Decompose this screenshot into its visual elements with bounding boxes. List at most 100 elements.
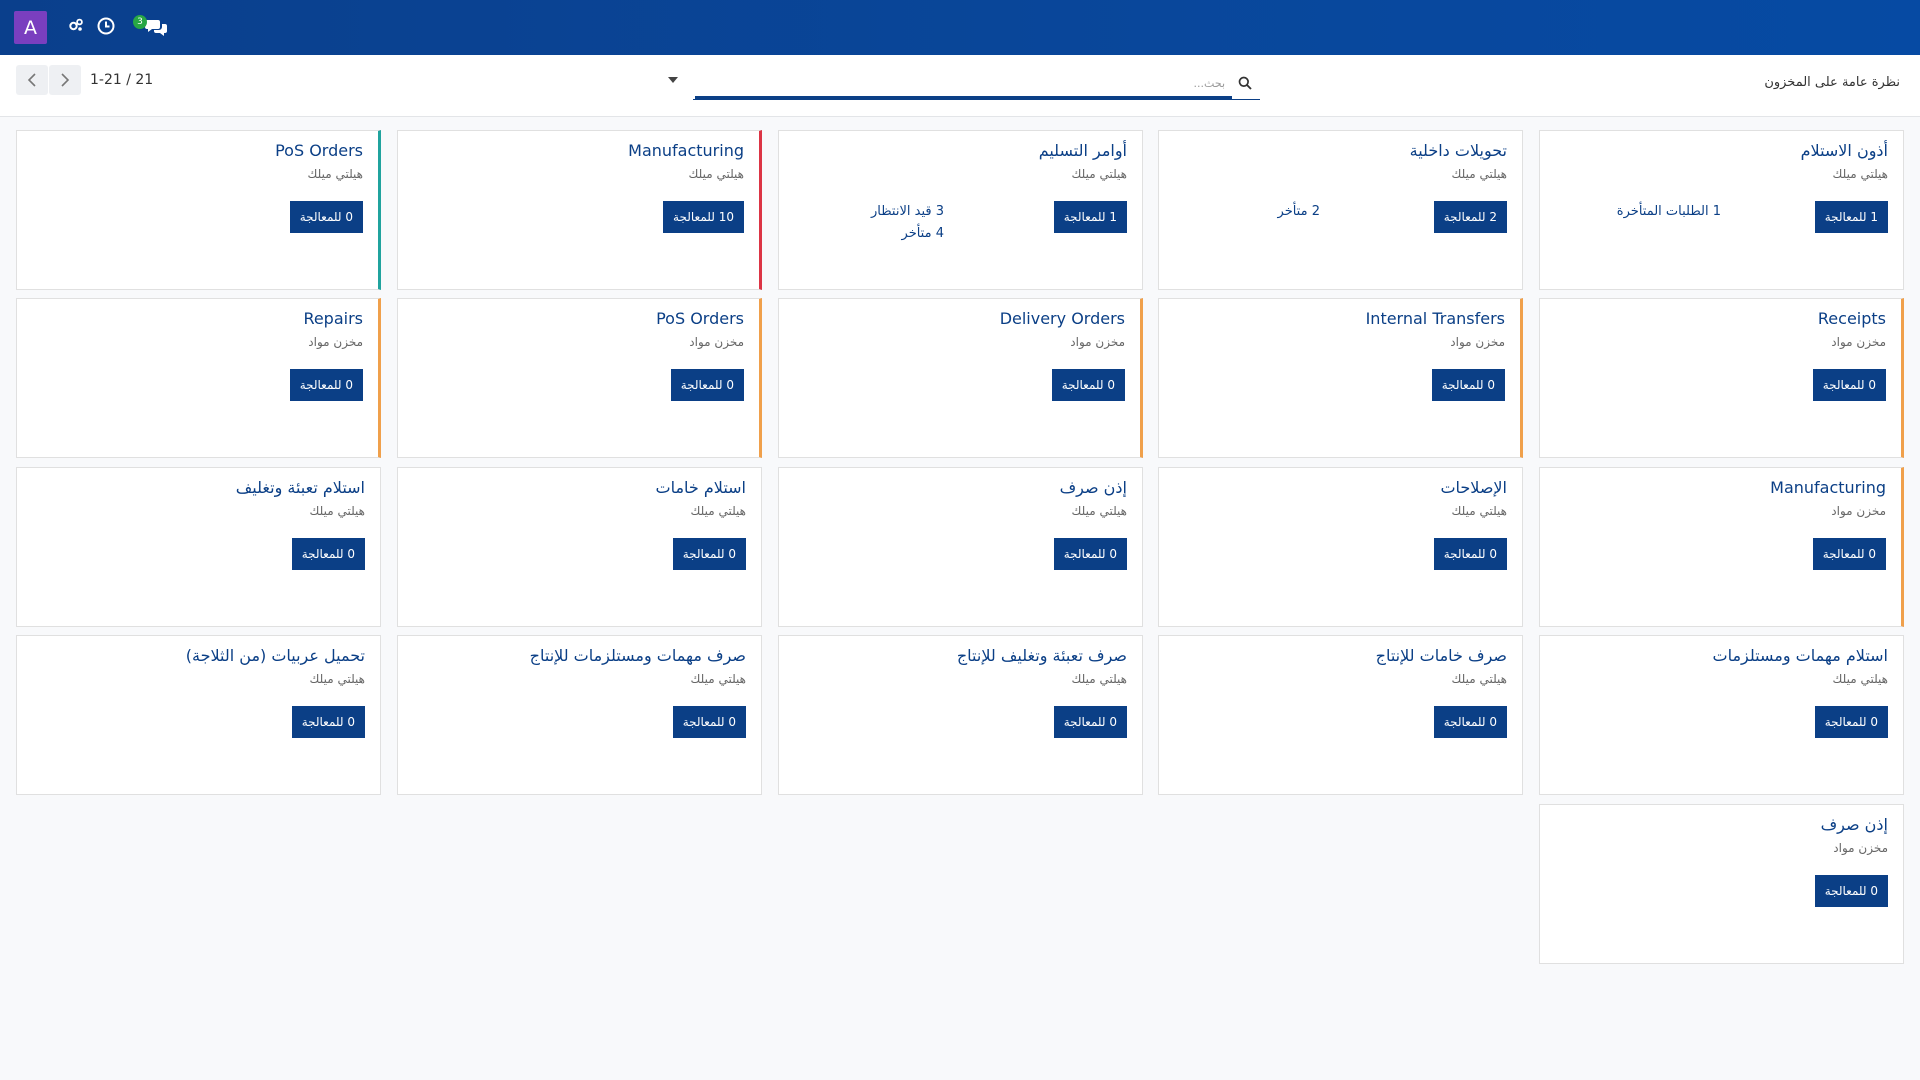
to-process-button[interactable]: 1 للمعالجة bbox=[1814, 201, 1888, 233]
card-warehouse: مخزن مواد bbox=[1831, 335, 1886, 349]
card-warehouse: هيلتي ميلك bbox=[309, 672, 366, 686]
card-warehouse: هيلتي ميلك bbox=[1451, 672, 1508, 686]
card-warehouse: هيلتي ميلك bbox=[690, 504, 747, 518]
pager-previous-button[interactable] bbox=[16, 65, 48, 95]
waiting-link[interactable]: 3 قيد الانتظار bbox=[871, 201, 944, 223]
card-title[interactable]: Repairs bbox=[303, 309, 363, 328]
search-options-toggle[interactable] bbox=[668, 77, 678, 83]
card-title[interactable]: أذون الاستلام bbox=[1801, 141, 1888, 160]
card-title[interactable]: استلام تعبئة وتغليف bbox=[236, 478, 365, 497]
operation-card[interactable]: PoS Orders هيلتي ميلك 0 للمعالجة bbox=[16, 130, 381, 290]
to-process-button[interactable]: 0 للمعالجة bbox=[1814, 706, 1888, 738]
card-warehouse: هيلتي ميلك bbox=[1451, 504, 1508, 518]
messages-badge: 3 bbox=[133, 15, 147, 29]
card-warehouse: مخزن مواد bbox=[1831, 504, 1886, 518]
page-title: نظرة عامة على المخزون bbox=[1764, 75, 1900, 90]
to-process-button[interactable]: 0 للمعالجة bbox=[672, 706, 746, 738]
card-stats: 2 متأخر bbox=[1278, 201, 1320, 223]
card-warehouse: هيلتي ميلك bbox=[690, 672, 747, 686]
card-title[interactable]: Delivery Orders bbox=[1000, 309, 1125, 328]
card-warehouse: مخزن مواد bbox=[1070, 335, 1125, 349]
card-title[interactable]: تحميل عربيات (من الثلاجة) bbox=[186, 646, 365, 665]
late-link[interactable]: 4 متأخر bbox=[871, 223, 944, 245]
card-warehouse: هيلتي ميلك bbox=[1832, 672, 1889, 686]
to-process-button[interactable]: 0 للمعالجة bbox=[1431, 369, 1505, 401]
to-process-button[interactable]: 0 للمعالجة bbox=[1433, 538, 1507, 570]
operation-card[interactable]: Repairs مخزن مواد 0 للمعالجة bbox=[16, 298, 381, 458]
card-title[interactable]: PoS Orders bbox=[275, 141, 363, 160]
operation-card[interactable]: Manufacturing مخزن مواد 0 للمعالجة bbox=[1539, 467, 1904, 627]
late-link[interactable]: 2 متأخر bbox=[1278, 201, 1320, 223]
operation-card[interactable]: تحميل عربيات (من الثلاجة) هيلتي ميلك 0 ل… bbox=[16, 635, 381, 795]
operation-card[interactable]: استلام مهمات ومستلزمات هيلتي ميلك 0 للمع… bbox=[1539, 635, 1904, 795]
card-title[interactable]: صرف مهمات ومستلزمات للإنتاج bbox=[530, 646, 746, 665]
operation-card[interactable]: Manufacturing هيلتي ميلك 10 للمعالجة bbox=[397, 130, 762, 290]
operation-card[interactable]: صرف تعبئة وتغليف للإنتاج هيلتي ميلك 0 لل… bbox=[778, 635, 1143, 795]
clock-icon[interactable] bbox=[97, 17, 115, 39]
operation-card[interactable]: أوامر التسليم هيلتي ميلك 1 للمعالجة 3 قي… bbox=[778, 130, 1143, 290]
card-stats: 1 الطلبات المتأخرة bbox=[1617, 201, 1721, 223]
operation-card[interactable]: استلام خامات هيلتي ميلك 0 للمعالجة bbox=[397, 467, 762, 627]
to-process-button[interactable]: 0 للمعالجة bbox=[1814, 875, 1888, 907]
top-navbar: A 3 bbox=[0, 0, 1920, 55]
to-process-button[interactable]: 0 للمعالجة bbox=[1433, 706, 1507, 738]
operation-card[interactable]: تحويلات داخلية هيلتي ميلك 2 للمعالجة 2 م… bbox=[1158, 130, 1523, 290]
to-process-button[interactable]: 0 للمعالجة bbox=[1051, 369, 1125, 401]
operation-card[interactable]: صرف خامات للإنتاج هيلتي ميلك 0 للمعالجة bbox=[1158, 635, 1523, 795]
operation-card[interactable]: إذن صرف مخزن مواد 0 للمعالجة bbox=[1539, 804, 1904, 964]
operation-card[interactable]: استلام تعبئة وتغليف هيلتي ميلك 0 للمعالج… bbox=[16, 467, 381, 627]
card-title[interactable]: Manufacturing bbox=[1770, 478, 1886, 497]
operation-card[interactable]: Internal Transfers مخزن مواد 0 للمعالجة bbox=[1158, 298, 1523, 458]
card-title[interactable]: تحويلات داخلية bbox=[1410, 141, 1507, 160]
to-process-button[interactable]: 0 للمعالجة bbox=[291, 538, 365, 570]
operation-card[interactable]: صرف مهمات ومستلزمات للإنتاج هيلتي ميلك 0… bbox=[397, 635, 762, 795]
card-warehouse: هيلتي ميلك bbox=[1451, 167, 1508, 181]
to-process-button[interactable]: 0 للمعالجة bbox=[1053, 706, 1127, 738]
card-warehouse: هيلتي ميلك bbox=[1071, 672, 1128, 686]
card-title[interactable]: Internal Transfers bbox=[1366, 309, 1505, 328]
operation-card[interactable]: إذن صرف هيلتي ميلك 0 للمعالجة bbox=[778, 467, 1143, 627]
pager-next-button[interactable] bbox=[49, 65, 81, 95]
to-process-button[interactable]: 1 للمعالجة bbox=[1053, 201, 1127, 233]
activity-icon[interactable] bbox=[68, 17, 84, 37]
operation-card[interactable]: أذون الاستلام هيلتي ميلك 1 للمعالجة 1 ال… bbox=[1539, 130, 1904, 290]
to-process-button[interactable]: 0 للمعالجة bbox=[291, 706, 365, 738]
to-process-button[interactable]: 0 للمعالجة bbox=[1812, 538, 1886, 570]
to-process-button[interactable]: 0 للمعالجة bbox=[1053, 538, 1127, 570]
pager-value[interactable]: 1-21 / 21 bbox=[90, 72, 153, 88]
card-title[interactable]: صرف خامات للإنتاج bbox=[1376, 646, 1507, 665]
card-warehouse: مخزن مواد bbox=[1833, 841, 1888, 855]
operation-card[interactable]: Delivery Orders مخزن مواد 0 للمعالجة bbox=[778, 298, 1143, 458]
to-process-button[interactable]: 0 للمعالجة bbox=[289, 201, 363, 233]
to-process-button[interactable]: 0 للمعالجة bbox=[670, 369, 744, 401]
chat-icon[interactable] bbox=[145, 18, 167, 40]
card-title[interactable]: استلام مهمات ومستلزمات bbox=[1713, 646, 1888, 665]
card-warehouse: مخزن مواد bbox=[308, 335, 363, 349]
to-process-button[interactable]: 2 للمعالجة bbox=[1433, 201, 1507, 233]
card-title[interactable]: أوامر التسليم bbox=[1039, 141, 1127, 160]
card-title[interactable]: PoS Orders bbox=[656, 309, 744, 328]
search-icon[interactable] bbox=[1238, 75, 1252, 94]
card-title[interactable]: Receipts bbox=[1818, 309, 1886, 328]
search-box bbox=[693, 70, 1260, 100]
card-warehouse: هيلتي ميلك bbox=[1071, 167, 1128, 181]
card-warehouse: هيلتي ميلك bbox=[1071, 504, 1128, 518]
to-process-button[interactable]: 0 للمعالجة bbox=[1812, 369, 1886, 401]
card-title[interactable]: إذن صرف bbox=[1821, 815, 1888, 834]
card-title[interactable]: Manufacturing bbox=[628, 141, 744, 160]
to-process-button[interactable]: 0 للمعالجة bbox=[289, 369, 363, 401]
card-title[interactable]: صرف تعبئة وتغليف للإنتاج bbox=[957, 646, 1127, 665]
operation-card[interactable]: الإصلاحات هيلتي ميلك 0 للمعالجة bbox=[1158, 467, 1523, 627]
operation-card[interactable]: Receipts مخزن مواد 0 للمعالجة bbox=[1539, 298, 1904, 458]
card-title[interactable]: الإصلاحات bbox=[1440, 478, 1507, 497]
to-process-button[interactable]: 10 للمعالجة bbox=[663, 201, 744, 233]
late-link[interactable]: 1 الطلبات المتأخرة bbox=[1617, 201, 1721, 223]
search-input[interactable] bbox=[695, 70, 1225, 96]
card-title[interactable]: إذن صرف bbox=[1060, 478, 1127, 497]
to-process-button[interactable]: 0 للمعالجة bbox=[672, 538, 746, 570]
card-title[interactable]: استلام خامات bbox=[656, 478, 747, 497]
user-avatar[interactable]: A bbox=[14, 11, 47, 44]
card-warehouse: هيلتي ميلك bbox=[307, 167, 364, 181]
card-warehouse: هيلتي ميلك bbox=[688, 167, 745, 181]
operation-card[interactable]: PoS Orders مخزن مواد 0 للمعالجة bbox=[397, 298, 762, 458]
